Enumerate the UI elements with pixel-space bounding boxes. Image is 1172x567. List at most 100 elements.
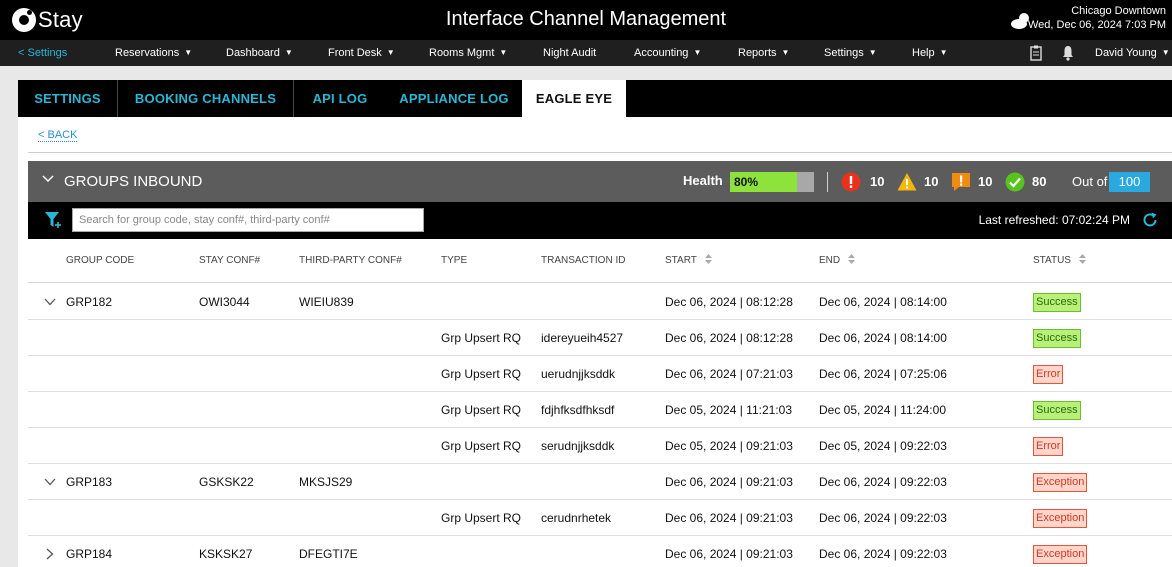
col-group-code[interactable]: GROUP CODE	[66, 239, 134, 283]
end-cell: Dec 06, 2024 | 09:22:03	[819, 475, 947, 489]
end-cell: Dec 06, 2024 | 08:14:00	[819, 331, 947, 345]
third-party-conf-cell: DFEGTI7E	[299, 547, 358, 561]
stay-conf-cell: OWI3044	[199, 295, 250, 309]
start-cell: Dec 05, 2024 | 11:21:03	[665, 403, 792, 417]
chevron-down-icon: ▼	[386, 48, 395, 57]
nav-back-settings[interactable]: < Settings	[18, 40, 67, 66]
tab-eagle-eye[interactable]: EAGLE EYE	[522, 80, 626, 117]
alert-icon	[952, 173, 970, 191]
transaction-id-cell: cerudnrhetek	[541, 511, 612, 525]
status-badge: Error	[1033, 365, 1064, 384]
filter-add-icon[interactable]	[44, 211, 62, 229]
error-icon	[841, 172, 861, 192]
col-start[interactable]: START	[665, 239, 712, 283]
chevron-down-icon[interactable]	[44, 476, 56, 488]
success-count: 80	[1032, 174, 1047, 189]
table-row[interactable]: GRP184 KSKSK27 DFEGTI7E Dec 06, 2024 | 09:2…	[28, 536, 1172, 567]
transaction-id-cell: uerudnjjksddk	[541, 367, 616, 381]
third-party-conf-cell: WIEIU839	[299, 295, 354, 309]
end-cell: Dec 06, 2024 | 09:22:03	[819, 511, 947, 525]
nav-dashboard[interactable]: Dashboard ▼	[226, 40, 293, 66]
last-refreshed: Last refreshed: 07:02:24 PM	[978, 213, 1130, 227]
divider	[827, 172, 828, 192]
end-cell: Dec 06, 2024 | 09:22:03	[819, 547, 947, 561]
logo-mark-icon	[12, 8, 36, 32]
nav-reservations[interactable]: Reservations ▼	[115, 40, 192, 66]
chevron-down-icon: ▼	[781, 48, 790, 57]
col-end[interactable]: END	[819, 239, 856, 283]
stay-conf-cell: GSKSK22	[199, 475, 254, 489]
health-bar: 80%	[730, 172, 814, 192]
nav-help[interactable]: Help ▼	[912, 40, 948, 66]
nav-reports[interactable]: Reports ▼	[738, 40, 789, 66]
section-header[interactable]: GROUPS INBOUND Health 80% 10 10 10 80 Ou…	[28, 161, 1172, 202]
user-menu[interactable]: David Young ▼	[1095, 40, 1170, 66]
chevron-down-icon[interactable]	[44, 296, 56, 308]
refresh-icon[interactable]	[1142, 212, 1158, 228]
app-logo[interactable]: Stay	[12, 6, 83, 34]
tab-api-log[interactable]: API LOG	[294, 80, 386, 117]
nav-accounting[interactable]: Accounting ▼	[634, 40, 701, 66]
table-row[interactable]: GRP182 OWI3044 WIEIU839 Dec 06, 2024 | 08:1…	[28, 284, 1172, 320]
main-nav: < Settings Reservations ▼ Dashboard ▼ Fron…	[0, 40, 1172, 66]
chevron-right-icon[interactable]	[44, 548, 56, 560]
type-cell: Grp Upsert RQ	[441, 331, 522, 345]
start-cell: Dec 05, 2024 | 09:21:03	[665, 439, 793, 453]
chevron-down-icon: ▼	[499, 48, 508, 57]
sort-icon[interactable]	[704, 254, 712, 264]
success-check-icon	[1005, 172, 1025, 192]
status-badge: Success	[1033, 293, 1081, 312]
bell-icon[interactable]	[1062, 45, 1074, 61]
nav-night-audit[interactable]: Night Audit	[543, 40, 596, 66]
table-row[interactable]: Grp Upsert RQ serudnjjksddk Dec 05, 2024 |…	[28, 428, 1172, 464]
group-code-cell: GRP184	[66, 547, 113, 561]
logo-text: Stay	[38, 7, 83, 32]
error-count: 10	[870, 174, 885, 189]
end-cell: Dec 05, 2024 | 11:24:00	[819, 403, 946, 417]
out-of-label: Out of	[1072, 174, 1108, 189]
collapse-chevron-icon[interactable]	[42, 175, 54, 183]
nav-rooms-mgmt[interactable]: Rooms Mgmt ▼	[429, 40, 507, 66]
chevron-down-icon: ▼	[693, 48, 702, 57]
start-cell: Dec 06, 2024 | 09:21:03	[665, 511, 793, 525]
type-cell: Grp Upsert RQ	[441, 403, 522, 417]
col-transaction-id[interactable]: TRANSACTION ID	[541, 239, 625, 283]
stay-conf-cell: KSKSK27	[199, 547, 253, 561]
table-row[interactable]: GRP183 GSKSK22 MKSJS29 Dec 06, 2024 | 09:21…	[28, 464, 1172, 500]
divider	[28, 152, 1172, 153]
sort-icon[interactable]	[848, 254, 856, 264]
clipboard-icon[interactable]	[1030, 45, 1042, 61]
chevron-down-icon: ▼	[1161, 48, 1170, 57]
nav-front-desk[interactable]: Front Desk ▼	[328, 40, 395, 66]
table-row[interactable]: Grp Upsert RQ idereyueih4527 Dec 06, 2024 …	[28, 320, 1172, 356]
start-cell: Dec 06, 2024 | 08:12:28	[665, 295, 793, 309]
chevron-down-icon: ▼	[939, 48, 948, 57]
total-count: 100	[1109, 172, 1150, 192]
top-header: Stay Interface Channel Management Chicag…	[0, 0, 1172, 40]
col-type[interactable]: TYPE	[441, 239, 467, 283]
table-row[interactable]: Grp Upsert RQ uerudnjjksddk Dec 06, 2024 |…	[28, 356, 1172, 392]
location-datetime: Chicago Downtown Wed, Dec 06, 2024 7:03 …	[1028, 4, 1166, 32]
back-link[interactable]: < BACK	[38, 129, 78, 142]
tab-booking-channels[interactable]: BOOKING CHANNELS	[118, 80, 294, 117]
search-input[interactable]	[72, 208, 424, 232]
tab-settings[interactable]: SETTINGS	[18, 80, 118, 117]
sort-icon[interactable]	[1078, 254, 1086, 264]
table-row[interactable]: Grp Upsert RQ fdjhfksdfhksdf Dec 05, 2024 …	[28, 392, 1172, 428]
start-cell: Dec 06, 2024 | 07:21:03	[665, 367, 793, 381]
health-value: 80%	[734, 175, 759, 189]
nav-settings[interactable]: Settings ▼	[824, 40, 877, 66]
col-third-party-conf[interactable]: THIRD-PARTY CONF#	[299, 239, 402, 283]
status-badge: Success	[1033, 401, 1081, 420]
group-code-cell: GRP183	[66, 475, 113, 489]
table-row[interactable]: Grp Upsert RQ cerudnrhetek Dec 06, 2024 | …	[28, 500, 1172, 536]
end-cell: Dec 06, 2024 | 07:25:06	[819, 367, 947, 381]
tab-appliance-log[interactable]: APPLIANCE LOG	[386, 80, 522, 117]
type-cell: Grp Upsert RQ	[441, 511, 522, 525]
chevron-down-icon: ▼	[868, 48, 877, 57]
page-title: Interface Channel Management	[445, 8, 727, 30]
warning-count: 10	[924, 174, 939, 189]
status-badge: Error	[1033, 437, 1064, 456]
col-stay-conf[interactable]: STAY CONF#	[199, 239, 260, 283]
col-status[interactable]: STATUS	[1033, 239, 1086, 283]
